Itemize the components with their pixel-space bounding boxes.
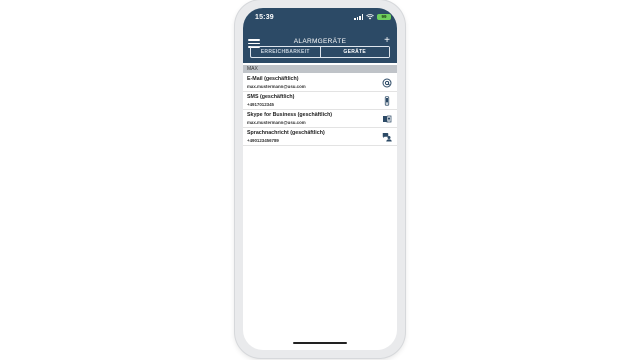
status-time: 15:39 (255, 14, 274, 21)
device-title: E-Mail (geschäftlich) (247, 76, 299, 82)
device-subtitle: max.mustermann@usu.com (247, 120, 306, 125)
page-title: ALARMGERÄTE (293, 38, 347, 45)
device-row-skype[interactable]: Skype for Business (geschäftlich) max.mu… (243, 110, 397, 128)
mobile-phone-icon (384, 96, 390, 106)
device-row-sms[interactable]: SMS (geschäftlich) +4917012345 (243, 92, 397, 110)
segmented-control: ERREICHBARKEIT GERÄTE (250, 46, 390, 58)
tab-geraete[interactable]: GERÄTE (320, 47, 389, 57)
device-row-voice[interactable]: Sprachnachricht (geschäftlich) +49012345… (243, 128, 397, 146)
device-subtitle: +490123456789 (247, 138, 279, 143)
device-title: Skype for Business (geschäftlich) (247, 112, 333, 118)
signal-icon (354, 14, 363, 20)
email-at-icon (382, 78, 392, 88)
skype-book-icon (383, 115, 392, 123)
device-subtitle: max.mustermann@usu.com (247, 84, 306, 89)
app-header: 15:39 99 ALARMGERÄTE + ERREICHBARKEIT GE… (243, 8, 397, 63)
status-bar: 15:39 99 (243, 8, 397, 28)
device-title: Sprachnachricht (geschäftlich) (247, 130, 325, 136)
status-icons: 99 (354, 14, 391, 20)
phone-screen: 15:39 99 ALARMGERÄTE + ERREICHBARKEIT GE… (243, 8, 397, 350)
device-list: E-Mail (geschäftlich) max.mustermann@usu… (243, 74, 397, 146)
wifi-icon (366, 14, 374, 20)
tab-erreichbarkeit[interactable]: ERREICHBARKEIT (251, 47, 321, 57)
section-header: MAX (243, 65, 397, 73)
phone-frame: 15:39 99 ALARMGERÄTE + ERREICHBARKEIT GE… (235, 0, 405, 358)
device-row-email[interactable]: E-Mail (geschäftlich) max.mustermann@usu… (243, 74, 397, 92)
voice-message-icon (382, 133, 392, 142)
battery-icon: 99 (377, 14, 391, 20)
home-indicator[interactable] (293, 342, 347, 344)
device-subtitle: +4917012345 (247, 102, 274, 107)
device-title: SMS (geschäftlich) (247, 94, 295, 100)
